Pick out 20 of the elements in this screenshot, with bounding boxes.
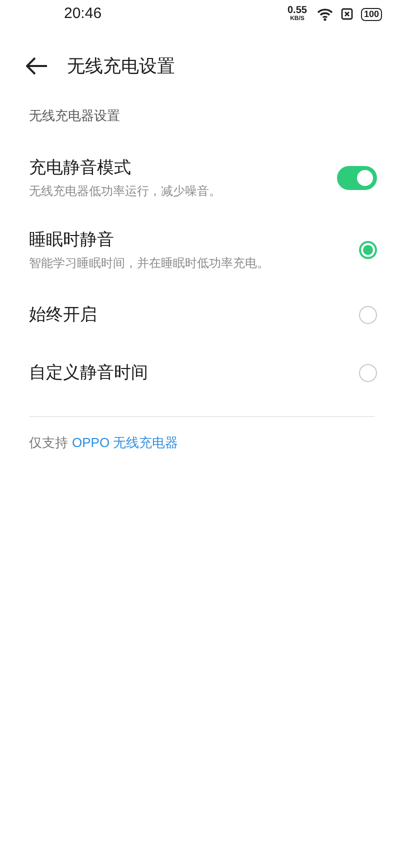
page-title: 无线充电设置	[67, 54, 175, 78]
option-title: 睡眠时静音	[29, 228, 114, 250]
network-speed: 0.55	[288, 6, 307, 16]
back-arrow-icon[interactable]	[26, 57, 48, 75]
clock: 20:46	[64, 4, 102, 24]
section-label: 无线充电器设置	[29, 107, 120, 125]
radio-button[interactable]	[359, 240, 377, 258]
toggle-switch[interactable]	[337, 166, 377, 190]
option-title: 自定义静音时间	[29, 362, 148, 384]
option-title: 充电静音模式	[29, 156, 131, 178]
wifi-icon	[316, 8, 333, 20]
radio-button[interactable]	[359, 364, 377, 382]
option-title: 始终开启	[29, 304, 97, 326]
battery-indicator: 100	[360, 8, 382, 20]
no-sim-icon	[340, 8, 353, 20]
charger-link[interactable]: OPPO 无线充电器	[72, 432, 178, 452]
footer-note: 仅支持	[29, 434, 68, 452]
radio-button[interactable]	[359, 306, 377, 324]
option-description: 智能学习睡眠时间，并在睡眠时低功率充电。	[29, 254, 269, 272]
option-description: 无线充电器低功率运行，减少噪音。	[29, 182, 221, 200]
